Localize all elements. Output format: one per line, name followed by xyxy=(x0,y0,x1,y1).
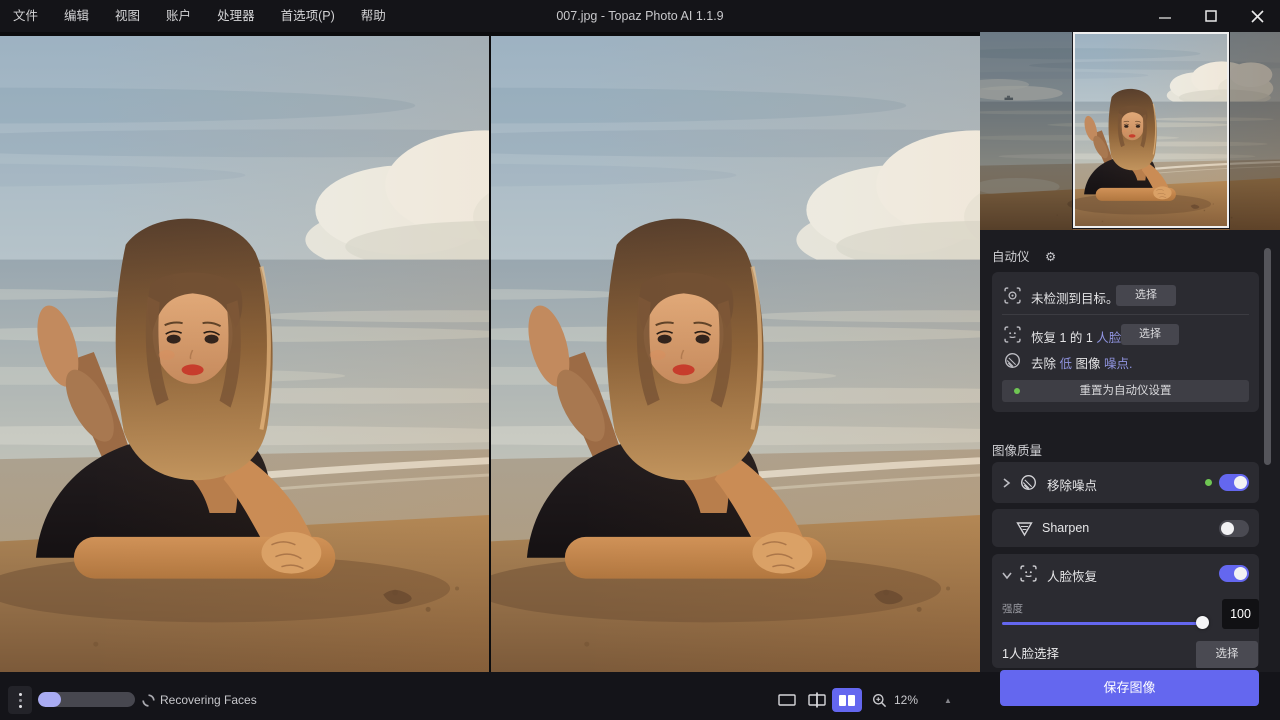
after-photo xyxy=(491,36,980,672)
spinner-icon xyxy=(142,694,155,707)
navigator-viewport-box[interactable] xyxy=(1073,32,1229,228)
autopilot-header: 自动仪 ⚙ xyxy=(992,246,1056,265)
autopilot-noise-text: 去除 低 图像 噪点. xyxy=(1031,353,1132,372)
titlebar: 文件 编辑 视图 账户 处理器 首选项(P) 帮助 007.jpg - Topa… xyxy=(0,0,1280,32)
progress-fill xyxy=(38,692,61,707)
kebab-dot xyxy=(19,705,22,708)
subject-select-button[interactable]: 选择 xyxy=(1116,285,1176,306)
autopilot-card: 未检测到目标。 选择 恢复 1 的 1 人脸. 选择 去除 低 图像 噪点. xyxy=(992,272,1259,412)
status-text: Recovering Faces xyxy=(160,693,257,707)
menu-processor[interactable]: 处理器 xyxy=(204,0,268,32)
remove-noise-label: 移除噪点 xyxy=(1047,475,1097,494)
remove-noise-card[interactable]: 移除噪点 xyxy=(992,462,1259,503)
toggle-knob xyxy=(1221,522,1234,535)
close-icon xyxy=(1251,10,1264,23)
face-select-button[interactable]: 选择 xyxy=(1121,324,1179,345)
progress-bar xyxy=(38,692,135,707)
view-single-button[interactable] xyxy=(772,688,802,712)
face-recovery-label: 人脸恢复 xyxy=(1047,566,1097,585)
strength-label: 强度 xyxy=(1002,601,1023,616)
remove-noise-status-dot xyxy=(1205,479,1212,486)
strength-value-box[interactable]: 100 xyxy=(1222,599,1259,629)
menu-file[interactable]: 文件 xyxy=(0,0,51,32)
image-quality-header: 图像质量 xyxy=(992,440,1042,459)
menu-help[interactable]: 帮助 xyxy=(348,0,399,32)
sharpen-card[interactable]: Sharpen xyxy=(992,509,1259,547)
window-controls xyxy=(1142,0,1280,32)
single-view-icon xyxy=(778,694,796,706)
maximize-button[interactable] xyxy=(1188,0,1234,32)
menu-edit[interactable]: 编辑 xyxy=(51,0,102,32)
strength-slider[interactable] xyxy=(1002,616,1210,630)
before-photo xyxy=(0,36,489,672)
zoom-control[interactable]: 12% ▲ xyxy=(872,688,952,712)
noise-strength-link[interactable]: 低 xyxy=(1059,357,1072,371)
menu-account[interactable]: 账户 xyxy=(153,0,204,32)
split-view-icon xyxy=(808,692,826,708)
minimize-icon xyxy=(1159,10,1171,22)
slider-track xyxy=(1002,622,1204,625)
autopilot-settings-gear-icon[interactable]: ⚙ xyxy=(1045,250,1056,264)
image-canvas xyxy=(0,32,980,672)
faces-selected-label: 1人脸选择 xyxy=(1002,643,1059,662)
menu-view[interactable]: 视图 xyxy=(102,0,153,32)
view-side-by-side-button[interactable] xyxy=(832,688,862,712)
side-by-side-view-icon xyxy=(839,695,855,706)
menu-preferences[interactable]: 首选项(P) xyxy=(268,0,348,32)
zoom-value: 12% xyxy=(894,693,918,707)
remove-noise-icon xyxy=(1020,474,1037,491)
settings-panel: 自动仪 ⚙ 未检测到目标。 选择 恢复 1 的 1 人脸. 选择 xyxy=(980,32,1280,672)
menubar: 文件 编辑 视图 账户 处理器 首选项(P) 帮助 xyxy=(0,0,399,32)
remove-noise-toggle[interactable] xyxy=(1219,474,1249,491)
panel-scrollbar[interactable] xyxy=(1264,248,1271,465)
reset-autopilot-button[interactable]: 重置为自动仪设置 xyxy=(1002,380,1249,402)
toggle-knob xyxy=(1234,476,1247,489)
toggle-knob xyxy=(1234,567,1247,580)
sharpen-icon xyxy=(1016,520,1033,537)
status-bar: Recovering Faces 12% ▲ xyxy=(0,672,980,720)
navigator-dim-right xyxy=(1229,32,1280,230)
zoom-dropdown-caret-icon[interactable]: ▲ xyxy=(944,696,952,705)
autopilot-divider xyxy=(1002,314,1249,315)
minimize-button[interactable] xyxy=(1142,0,1188,32)
zoom-magnifier-icon xyxy=(872,693,887,708)
face-count-link[interactable]: 人脸 xyxy=(1096,331,1121,345)
navigator-dim-left xyxy=(980,32,1073,230)
noise-text-2: 图像 xyxy=(1072,357,1104,371)
app-window: 文件 编辑 视图 账户 处理器 首选项(P) 帮助 007.jpg - Topa… xyxy=(0,0,1280,720)
sharpen-toggle[interactable] xyxy=(1219,520,1249,537)
autopilot-subject-text: 未检测到目标。 xyxy=(1031,288,1119,307)
face-detect-icon xyxy=(1004,326,1021,343)
chevron-right-icon[interactable] xyxy=(1001,477,1011,489)
noise-icon xyxy=(1004,352,1021,369)
face-text-prefix: 恢复 1 的 1 xyxy=(1031,331,1096,345)
faces-select-button[interactable]: 选择 xyxy=(1196,641,1258,668)
subject-target-icon xyxy=(1004,287,1021,304)
kebab-dot xyxy=(19,693,22,696)
slider-knob[interactable] xyxy=(1196,616,1209,629)
chevron-down-icon[interactable] xyxy=(1001,570,1013,580)
before-image-pane[interactable] xyxy=(0,36,489,672)
sharpen-label: Sharpen xyxy=(1042,521,1089,535)
face-recovery-icon xyxy=(1020,565,1037,582)
after-image-pane[interactable] xyxy=(491,36,980,672)
noise-type-link[interactable]: 噪点. xyxy=(1104,357,1132,371)
noise-text-1: 去除 xyxy=(1031,357,1059,371)
view-split-button[interactable] xyxy=(802,688,832,712)
autopilot-face-text: 恢复 1 的 1 人脸. xyxy=(1031,327,1125,346)
navigator-thumbnail[interactable] xyxy=(980,32,1280,230)
maximize-icon xyxy=(1205,10,1217,22)
face-recovery-toggle[interactable] xyxy=(1219,565,1249,582)
kebab-dot xyxy=(19,699,22,702)
save-image-button[interactable]: 保存图像 xyxy=(1000,670,1259,706)
autopilot-header-label: 自动仪 xyxy=(992,250,1030,264)
face-recovery-card[interactable]: 人脸恢复 强度 100 1人脸选择 选择 xyxy=(992,554,1259,668)
close-button[interactable] xyxy=(1234,0,1280,32)
reset-button-label: 重置为自动仪设置 xyxy=(1080,385,1172,397)
reset-status-dot xyxy=(1014,388,1020,394)
processing-menu-button[interactable] xyxy=(8,686,32,714)
